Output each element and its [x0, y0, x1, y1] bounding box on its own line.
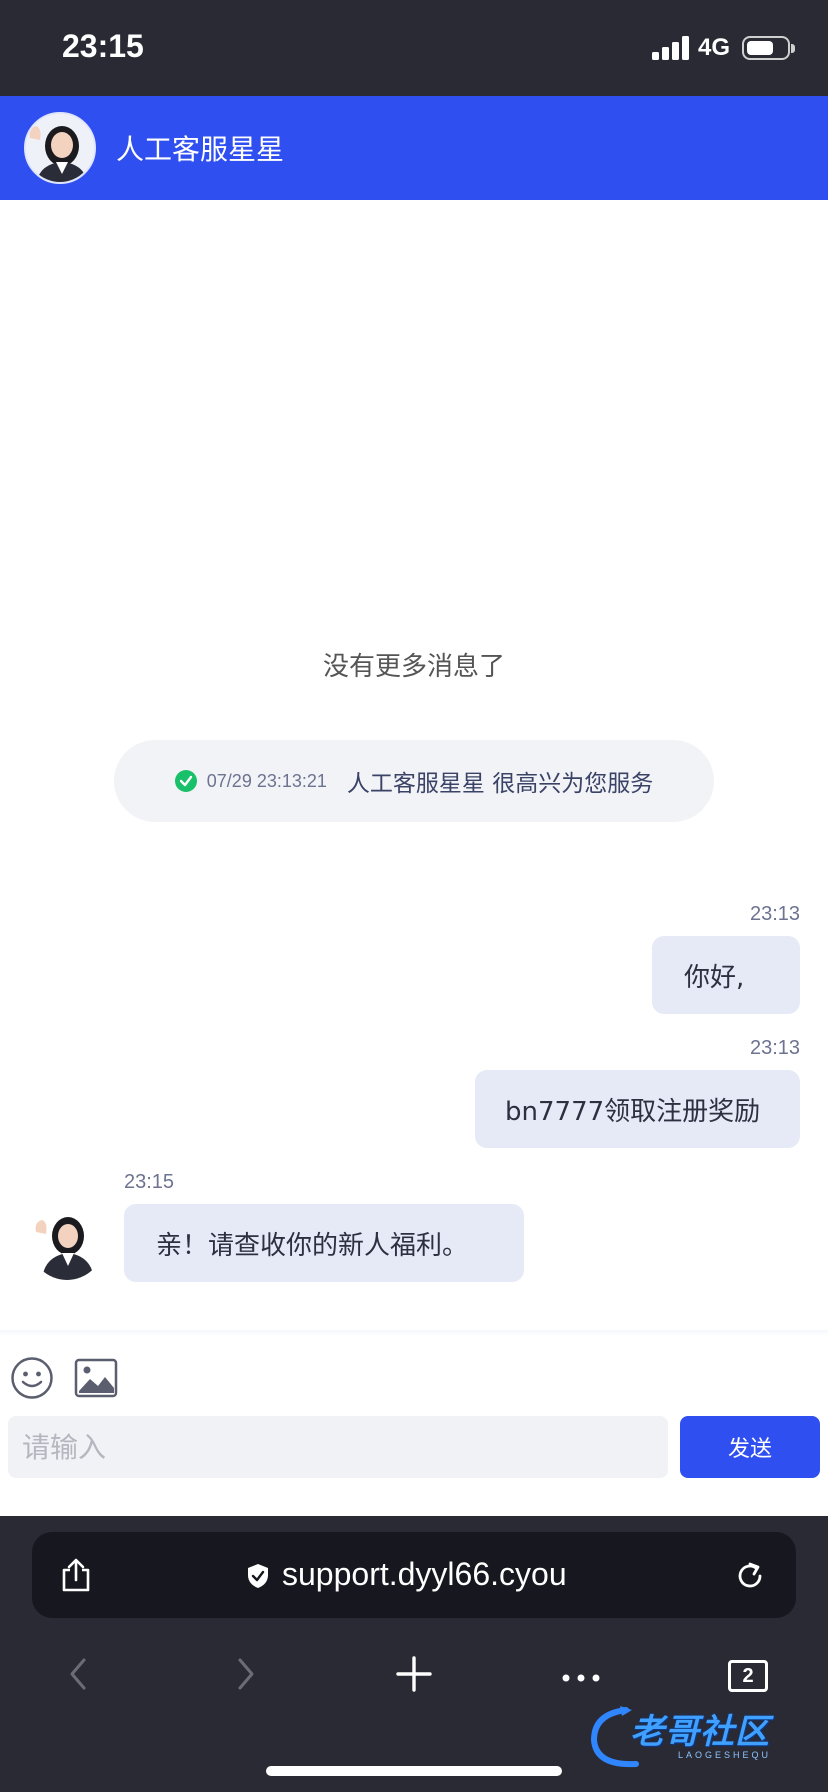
send-button[interactable]: 发送	[680, 1416, 820, 1478]
battery-icon	[742, 36, 790, 60]
no-more-messages: 没有更多消息了	[322, 652, 505, 682]
watermark-subtext: LAOGESHEQU	[678, 1750, 772, 1760]
message-time: 23:15	[124, 1171, 175, 1193]
tabs-button[interactable]: 2	[728, 1660, 768, 1692]
service-notice-time: 07/29 23:13:21	[206, 770, 327, 791]
plus-icon[interactable]	[396, 1656, 432, 1692]
header-title: 人工客服星星	[116, 133, 285, 166]
signal-icon	[652, 36, 692, 60]
url-text[interactable]: support.dyyl66.cyou	[282, 1556, 567, 1593]
watermark-text: 老哥社区	[630, 1712, 770, 1752]
home-indicator	[266, 1766, 562, 1776]
message-bubble-outgoing: 你好,	[652, 936, 800, 1014]
image-icon[interactable]	[74, 1358, 118, 1398]
message-time: 23:13	[750, 903, 801, 925]
service-notice-text: 人工客服星星 很高兴为您服务	[346, 771, 654, 797]
smile-icon[interactable]	[10, 1356, 54, 1400]
reload-icon[interactable]	[734, 1560, 766, 1592]
chat-header: 人工客服星星	[0, 96, 828, 200]
forward-icon[interactable]	[234, 1656, 258, 1692]
status-bar: 23:15 4G	[0, 0, 828, 96]
message-time: 23:13	[750, 1037, 801, 1059]
agent-avatar[interactable]	[24, 112, 96, 184]
network-label: 4G	[698, 34, 731, 61]
status-time: 23:15	[62, 28, 144, 64]
back-icon[interactable]	[66, 1656, 90, 1692]
message-bubble-outgoing: bn7777领取注册奖励	[475, 1070, 800, 1148]
agent-avatar[interactable]	[30, 1206, 104, 1280]
composer-divider	[0, 1330, 828, 1336]
message-input[interactable]	[8, 1416, 668, 1478]
more-icon[interactable]	[562, 1668, 600, 1682]
service-notice: 07/29 23:13:21 人工客服星星 很高兴为您服务	[114, 740, 714, 822]
share-icon[interactable]	[60, 1558, 92, 1592]
check-circle-icon	[174, 770, 197, 792]
shield-icon	[247, 1563, 269, 1589]
watermark-logo: 老哥社区 LAOGESHEQU	[586, 1700, 816, 1772]
message-bubble-incoming: 亲！请查收你的新人福利。	[124, 1204, 524, 1282]
